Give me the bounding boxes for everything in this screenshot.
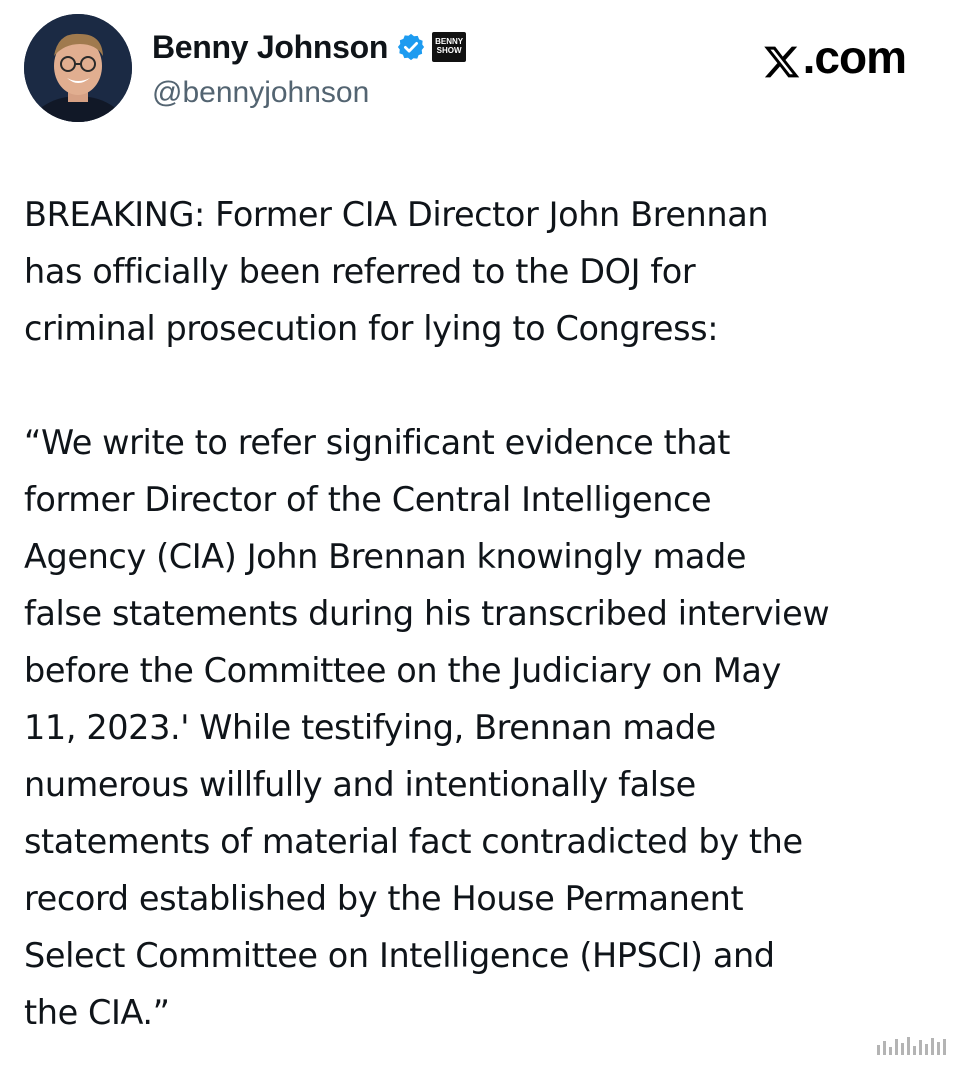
affiliate-badge-icon[interactable]: BENNY SHOW — [432, 32, 467, 62]
tweet-paragraph: “We write to refer significant evidence … — [24, 423, 830, 1032]
watermark — [877, 1037, 946, 1055]
site-label-text: .com — [802, 31, 907, 83]
tweet-paragraph: BREAKING: Former CIA Director John Brenn… — [24, 195, 769, 348]
user-handle[interactable]: @bennyjohnson — [152, 76, 466, 110]
site-label: .com — [763, 30, 907, 84]
tweet-text: BREAKING: Former CIA Director John Brenn… — [24, 186, 944, 1041]
profile-photo — [24, 14, 132, 122]
avatar[interactable] — [24, 14, 132, 122]
display-name[interactable]: Benny Johnson — [152, 29, 388, 66]
tweet-header: Benny Johnson BENNY SHOW @bennyjohnson .… — [24, 14, 920, 124]
x-logo-icon — [763, 38, 801, 78]
user-block: Benny Johnson BENNY SHOW @bennyjohnson — [152, 26, 467, 110]
name-row: Benny Johnson BENNY SHOW — [152, 26, 467, 68]
verified-badge-icon[interactable] — [396, 32, 426, 62]
